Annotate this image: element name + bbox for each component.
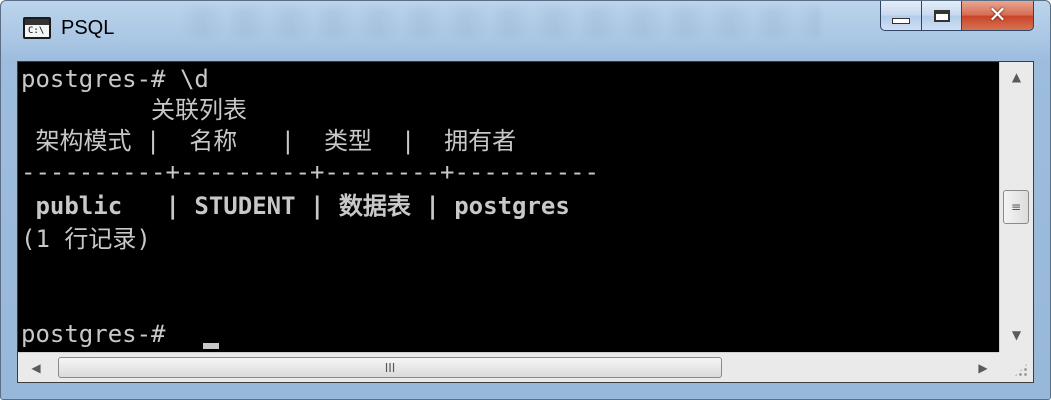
resize-grip-icon <box>1013 362 1029 378</box>
horizontal-scrollbar[interactable]: ◀ III ▶ <box>18 352 1001 382</box>
vertical-scroll-thumb[interactable]: ≡ <box>1003 190 1029 224</box>
caption-buttons: ✕ <box>880 1 1034 37</box>
console-line-table-title: 关联列表 <box>21 96 248 124</box>
console-output[interactable]: postgres-# \d 关联列表 架构模式 | 名称 | 类型 | 拥有者 … <box>18 62 1001 352</box>
resize-grip[interactable] <box>999 352 1033 382</box>
console-line-header: 架构模式 | 名称 | 类型 | 拥有者 <box>21 127 517 155</box>
grip-icon: ≡ <box>1010 200 1022 214</box>
console-line-row: public | STUDENT | 数据表 | postgres <box>21 192 570 220</box>
minimize-icon <box>892 17 910 24</box>
close-icon: ✕ <box>988 3 1007 28</box>
scroll-down-button[interactable]: ▼ <box>1000 320 1033 350</box>
title-bar-background <box>181 7 821 37</box>
grip-icon: III <box>384 360 396 375</box>
console-icon[interactable]: C:\ <box>23 17 51 39</box>
console-line-command: postgres-# \d <box>21 65 209 93</box>
arrow-down-icon: ▼ <box>1011 328 1022 342</box>
vertical-scrollbar[interactable]: ▲ ≡ ▼ <box>999 62 1033 352</box>
scroll-left-button[interactable]: ◀ <box>20 353 52 382</box>
console-line-prompt: postgres-# <box>21 320 180 348</box>
console-line-separator: ----------+---------+--------+---------- <box>21 158 599 186</box>
arrow-up-icon: ▲ <box>1011 70 1022 84</box>
arrow-right-icon: ▶ <box>978 360 988 375</box>
console-line-row-count: (1 行记录) <box>21 225 151 253</box>
window-title: PSQL <box>61 17 115 39</box>
title-bar[interactable]: C:\ PSQL ✕ <box>1 1 1050 61</box>
maximize-icon <box>933 9 950 22</box>
close-button[interactable]: ✕ <box>962 1 1034 31</box>
maximize-button[interactable] <box>922 1 962 31</box>
psql-window: C:\ PSQL ✕ postgres-# \d 关联列表 架构模式 | 名称 … <box>0 0 1051 400</box>
arrow-left-icon: ◀ <box>31 360 41 375</box>
text-cursor <box>203 343 219 349</box>
scroll-up-button[interactable]: ▲ <box>1000 62 1033 92</box>
scroll-right-button[interactable]: ▶ <box>967 353 999 382</box>
console-client-area: postgres-# \d 关联列表 架构模式 | 名称 | 类型 | 拥有者 … <box>17 61 1034 383</box>
horizontal-scroll-thumb[interactable]: III <box>58 357 722 378</box>
minimize-button[interactable] <box>880 1 922 31</box>
